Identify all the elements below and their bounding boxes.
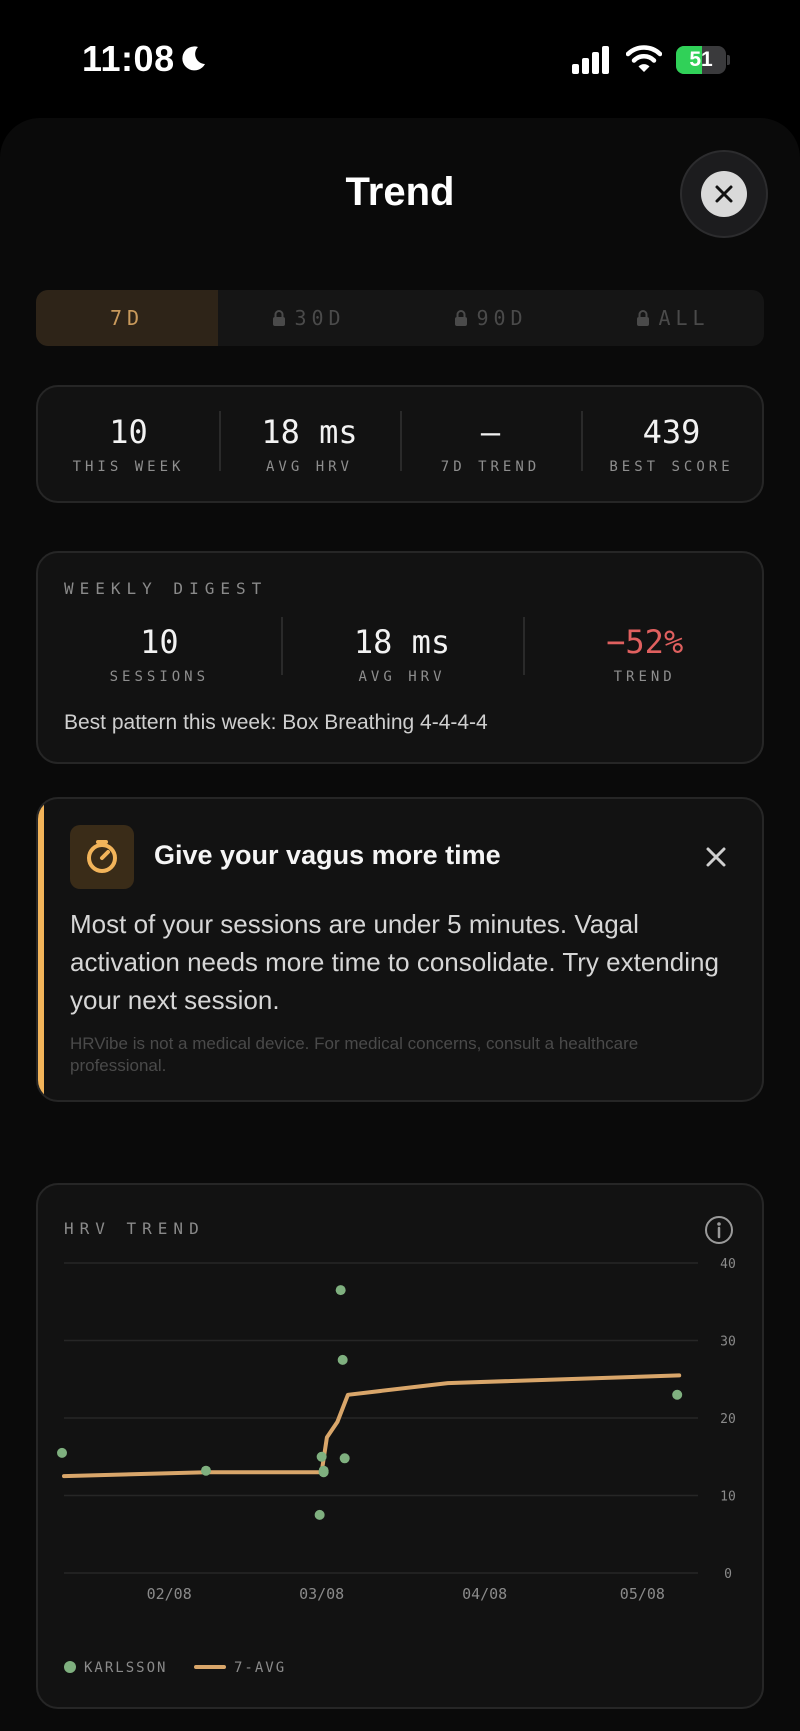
legend-label: 7-AVG (234, 1660, 286, 1676)
stat-label: AVG HRV (265, 459, 353, 475)
data-point (318, 1467, 329, 1478)
medical-disclaimer: HRVibe is not a medical device. For medi… (70, 1034, 639, 1075)
stat-7d-trend: — 7D TREND (400, 411, 581, 475)
moon-icon (182, 46, 205, 71)
dismiss-insight-button[interactable] (698, 839, 734, 875)
x-tick-label: 04/08 (462, 1585, 507, 1603)
best-pattern-note: Best pattern this week: Box Breathing 4-… (64, 711, 488, 734)
stat-label: BEST SCORE (609, 459, 734, 475)
stat-label: SESSIONS (109, 669, 210, 685)
tab-label: ALL (658, 306, 710, 330)
x-tick-label: 03/08 (299, 1585, 344, 1603)
y-tick-label: 0 (724, 1567, 732, 1582)
status-bar: 11:08 51 (0, 0, 800, 110)
status-time: 11:08 (82, 38, 175, 79)
stat-value: 10 (109, 413, 148, 451)
tab-30d[interactable]: 30D (218, 290, 400, 346)
battery-level: 51 (689, 48, 713, 71)
digest-title: WEEKLY DIGEST (64, 579, 268, 598)
digest-avg-hrv: 18 ms AVG HRV (280, 617, 524, 685)
legend-label: KARLSSON (84, 1660, 167, 1676)
stat-value: −52% (606, 623, 684, 661)
stat-label: THIS WEEK (72, 459, 185, 475)
insight-body: Most of your sessions are under 5 minute… (70, 909, 719, 1015)
cellular-signal-icon (572, 46, 609, 74)
digest-trend: −52% TREND (523, 617, 766, 685)
range-selector: 7D 30D 90D ALL (36, 290, 764, 346)
stat-best-score: 439 BEST SCORE (581, 411, 762, 475)
data-point (339, 1453, 350, 1464)
tab-label: 7D (109, 306, 145, 330)
tab-label: 30D (294, 306, 346, 330)
insight-card: Give your vagus more time Most of your s… (36, 797, 764, 1102)
wifi-icon (626, 45, 662, 72)
tab-all[interactable]: ALL (582, 290, 764, 346)
y-tick-label: 10 (720, 1490, 736, 1505)
insight-title: Give your vagus more time (154, 840, 501, 870)
lock-icon (455, 310, 468, 326)
summary-stats-card: 10 THIS WEEK 18 ms AVG HRV — 7D TREND 43… (36, 385, 764, 503)
tab-90d[interactable]: 90D (400, 290, 582, 346)
chart-title: HRV TREND (64, 1219, 205, 1238)
stat-value: 439 (642, 413, 701, 451)
stat-value: 18 ms (353, 623, 451, 661)
data-point (57, 1447, 67, 1458)
y-tick-label: 20 (720, 1412, 736, 1427)
hrv-trend-chart: 0 10 20 30 40 02/08 03/08 04/08 05/08 KARLSSON 7-A… (57, 1257, 736, 1676)
stat-label: AVG HRV (358, 669, 446, 685)
x-tick-label: 02/08 (147, 1585, 192, 1603)
y-tick-label: 40 (720, 1257, 736, 1272)
stat-label: TREND (613, 669, 676, 685)
legend-dot (64, 1661, 76, 1673)
stat-this-week: 10 THIS WEEK (38, 413, 219, 475)
stat-avg-hrv: 18 ms AVG HRV (219, 411, 400, 475)
timer-icon (87, 840, 117, 873)
close-button[interactable] (680, 150, 768, 238)
data-point (316, 1451, 327, 1462)
lock-icon (273, 310, 286, 326)
x-tick-label: 05/08 (620, 1585, 665, 1603)
lock-icon (637, 310, 650, 326)
stat-label: 7D TREND (440, 459, 541, 475)
timer-icon-box (70, 825, 134, 889)
data-point (672, 1389, 683, 1400)
data-point (200, 1465, 211, 1476)
digest-sessions: 10 SESSIONS (38, 623, 281, 685)
close-icon (706, 847, 726, 867)
stat-value: — (480, 413, 501, 451)
tab-7d[interactable]: 7D (36, 290, 218, 346)
accent-bar (38, 799, 44, 1100)
weekly-digest-card: WEEKLY DIGEST 10 SESSIONS 18 ms AVG HRV … (36, 551, 764, 764)
tab-label: 90D (476, 306, 528, 330)
hrv-trend-card: 0 10 20 30 40 02/08 03/08 04/08 05/08 KARLSSON 7-A… (36, 1183, 764, 1709)
stat-value: 10 (140, 623, 179, 661)
data-point (314, 1509, 325, 1520)
info-icon[interactable] (704, 1215, 734, 1245)
stat-value: 18 ms (261, 413, 358, 451)
data-point (335, 1285, 346, 1296)
data-point (337, 1354, 348, 1365)
battery-indicator: 51 (676, 46, 730, 74)
y-tick-label: 30 (720, 1335, 736, 1350)
close-icon (715, 185, 733, 203)
avg-line (62, 1373, 682, 1479)
